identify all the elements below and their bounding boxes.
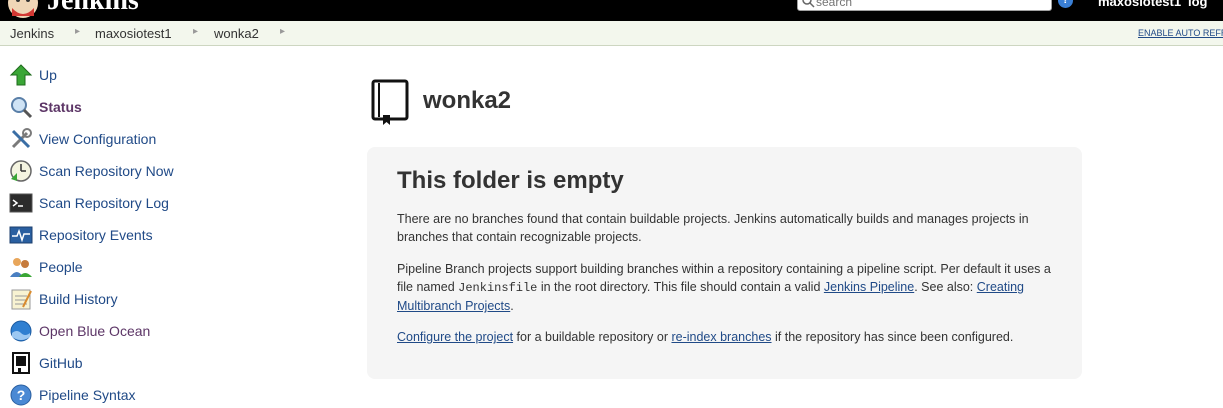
empty-folder-description: There are no branches found that contain… [397, 212, 1029, 244]
blue-ocean-icon [10, 320, 32, 342]
breadcrumb-arrow-icon[interactable]: ▸ [280, 26, 285, 37]
task-github[interactable]: GitHub [9, 351, 279, 375]
jenkins-logo-icon[interactable] [6, 0, 40, 20]
task-status[interactable]: Status [9, 95, 279, 119]
task-view-configuration[interactable]: View Configuration [9, 127, 279, 151]
task-pipeline-syntax[interactable]: ? Pipeline Syntax [9, 383, 279, 407]
period-text: . [510, 299, 514, 313]
user-link[interactable]: maxosiotest1 [1098, 0, 1181, 9]
pipeline-branch-info: Pipeline Branch projects support buildin… [397, 260, 1057, 315]
breadcrumb-maxosiotest1[interactable]: maxosiotest1 [95, 26, 172, 41]
task-people[interactable]: People [9, 255, 279, 279]
task-github-label[interactable]: GitHub [39, 355, 83, 371]
jenkinsfile-code: Jenkinsfile [458, 281, 538, 295]
search-icon [802, 0, 815, 8]
task-open-blue-ocean[interactable]: Open Blue Ocean [9, 319, 279, 343]
breadcrumb-wonka2[interactable]: wonka2 [214, 26, 259, 41]
jenkins-logo-text[interactable]: Jenkins [47, 0, 139, 16]
task-build-history[interactable]: Build History [9, 287, 279, 311]
task-up[interactable]: Up [9, 63, 279, 87]
notepad-icon [11, 289, 32, 310]
pipeline-info-text-2: in the root directory. This file should … [537, 280, 824, 294]
task-build-history-label[interactable]: Build History [39, 291, 118, 307]
github-icon [12, 352, 30, 374]
jenkins-pipeline-link[interactable]: Jenkins Pipeline [824, 280, 914, 294]
breadcrumb-arrow-icon[interactable]: ▸ [75, 26, 80, 37]
task-people-label[interactable]: People [39, 259, 83, 275]
configure-text-end: if the repository has since been configu… [771, 330, 1014, 344]
empty-folder-panel: This folder is empty There are no branch… [367, 147, 1082, 379]
top-header: Jenkins ? maxosiotest1 log [0, 0, 1223, 21]
people-icon [10, 258, 32, 277]
help-icon: ? [10, 384, 32, 406]
task-scan-repository-now-label[interactable]: Scan Repository Now [39, 163, 174, 179]
breadcrumb-jenkins[interactable]: Jenkins [10, 26, 54, 41]
re-index-branches-link[interactable]: re-index branches [671, 330, 771, 344]
logout-link[interactable]: log [1188, 0, 1208, 9]
configure-info: Configure the project for a buildable re… [397, 328, 1057, 346]
task-repository-events[interactable]: Repository Events [9, 223, 279, 247]
wrench-icon [11, 128, 32, 149]
svg-text:?: ? [17, 387, 26, 403]
up-arrow-icon [9, 64, 33, 86]
task-scan-repository-log[interactable]: Scan Repository Log [9, 191, 279, 215]
search-box[interactable] [797, 0, 1052, 11]
search-input[interactable] [816, 0, 1046, 10]
task-scan-repository-log-label[interactable]: Scan Repository Log [39, 195, 169, 211]
task-status-label[interactable]: Status [39, 99, 82, 115]
monitor-icon [9, 226, 33, 244]
task-repository-events-label[interactable]: Repository Events [39, 227, 153, 243]
terminal-icon [9, 193, 33, 213]
task-up-label[interactable]: Up [39, 67, 57, 83]
configure-text: for a buildable repository or [513, 330, 672, 344]
task-pipeline-syntax-label[interactable]: Pipeline Syntax [39, 387, 136, 403]
help-icon[interactable]: ? [1058, 0, 1073, 8]
enable-auto-refresh-link[interactable]: ENABLE AUTO REFRESH [1138, 28, 1223, 38]
task-scan-repository-now[interactable]: Scan Repository Now [9, 159, 279, 183]
breadcrumb-arrow-icon[interactable]: ▸ [193, 26, 198, 37]
magnifier-icon [11, 97, 33, 119]
breadcrumb: Jenkins ▸ maxosiotest1 ▸ wonka2 ▸ ENABLE… [0, 21, 1223, 46]
configure-the-project-link[interactable]: Configure the project [397, 330, 513, 344]
task-view-configuration-label[interactable]: View Configuration [39, 131, 156, 147]
empty-folder-heading: This folder is empty [397, 167, 624, 194]
pipeline-folder-icon [371, 79, 409, 125]
see-also-text: . See also: [914, 280, 977, 294]
clock-icon [10, 160, 32, 182]
page-title: wonka2 [423, 87, 512, 114]
task-open-blue-ocean-label[interactable]: Open Blue Ocean [39, 323, 150, 339]
